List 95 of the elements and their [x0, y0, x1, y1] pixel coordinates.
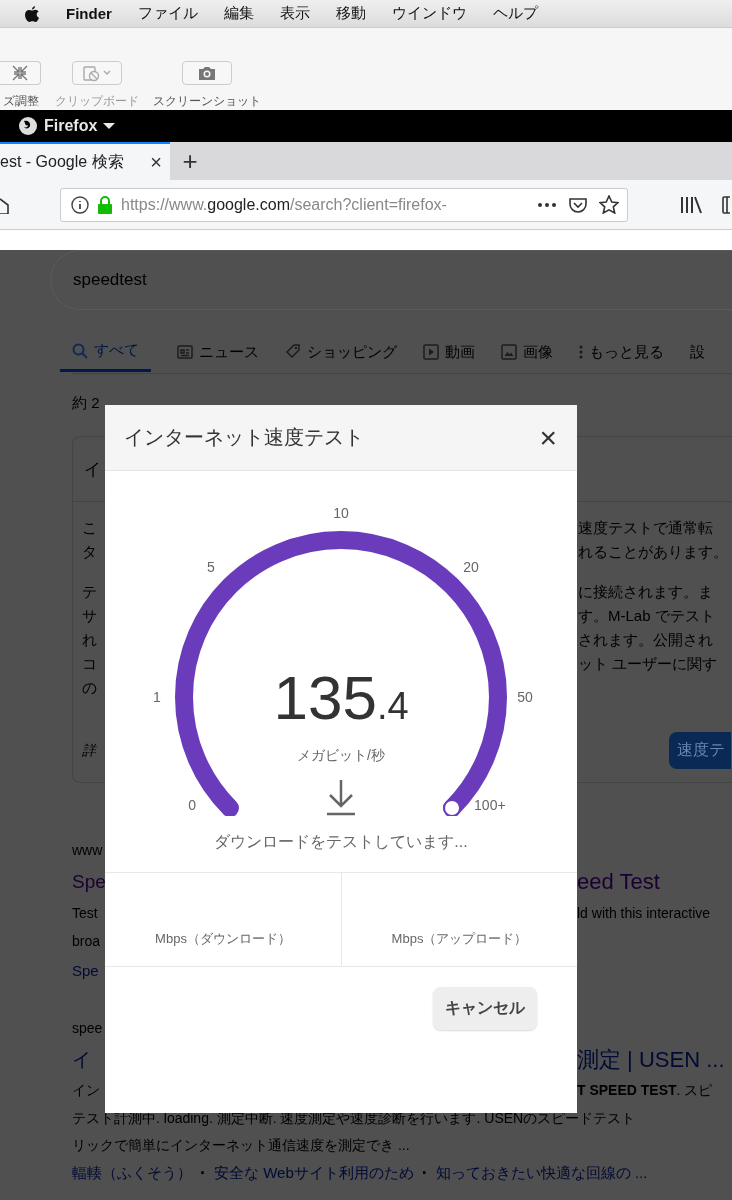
card-text: れることがあります。	[578, 542, 729, 562]
app-menu-title[interactable]: Firefox	[44, 117, 98, 135]
sitelink[interactable]: 安全な Webサイト利用のため	[214, 1164, 414, 1183]
sidebar-icon	[722, 195, 730, 214]
separator-dot: ·	[200, 1163, 206, 1184]
cancel-button[interactable]: キャンセル	[433, 987, 537, 1030]
browser-tab[interactable]: est - Google 検索 ×	[0, 142, 170, 180]
card-text: に接続されます。ま	[578, 582, 714, 602]
star-icon	[599, 195, 619, 214]
toolbar-label: ズ調整	[2, 93, 39, 110]
card-text: の	[81, 678, 98, 698]
sitelink[interactable]: 輻輳（ふくそう）	[72, 1164, 192, 1183]
toolbar-label: クリップボード	[55, 93, 139, 110]
result-snippet: リックで簡単にインターネット通信速度を測定でき ...	[72, 1136, 411, 1155]
more-icon	[579, 344, 583, 360]
download-icon	[325, 778, 357, 816]
camera-icon	[198, 65, 216, 81]
search-icon	[72, 342, 88, 359]
card-text: テ	[81, 582, 98, 602]
search-tab[interactable]: すべて	[60, 332, 151, 372]
pocket-icon	[569, 196, 587, 213]
search-tab[interactable]: ニュース	[177, 332, 259, 372]
info-icon	[71, 195, 89, 214]
result-count: 約 2	[72, 394, 101, 413]
card-text: 速度テストで通常転	[578, 518, 714, 538]
home-icon	[0, 195, 10, 214]
apple-icon	[24, 4, 40, 23]
result-snippet: T SPEED TEST. スピ	[577, 1082, 713, 1100]
play-icon	[423, 344, 439, 360]
search-tab[interactable]: 設	[690, 332, 705, 372]
card-text: サ	[81, 606, 98, 626]
menu-app-name[interactable]: Finder	[66, 5, 112, 22]
caret-icon	[103, 122, 116, 130]
firefox-logo-icon	[18, 116, 38, 136]
toolbar-label: スクリーンショット	[153, 93, 261, 110]
menu-item[interactable]: ウインドウ	[391, 4, 467, 23]
search-tab[interactable]: 動画	[423, 332, 475, 372]
card-text: す。M-Lab でテスト	[578, 606, 716, 626]
result-label: Mbps（アップロード）	[391, 930, 528, 948]
result-title[interactable]: eed Test	[577, 869, 660, 895]
card-text: こ	[81, 518, 98, 538]
search-tab[interactable]: ショッピング	[285, 332, 397, 372]
result-snippet: ld with this interactive	[577, 905, 711, 921]
gauge-tick-label: 50	[517, 689, 533, 705]
library-icon	[680, 195, 702, 214]
result-snippet: イン	[72, 1082, 100, 1100]
close-button[interactable]: ×	[539, 420, 557, 455]
gauge-tick-label: 5	[207, 558, 215, 575]
card-text: タ	[81, 542, 98, 562]
menu-item[interactable]: 編集	[223, 4, 254, 23]
result-url: spee	[72, 1020, 103, 1036]
dialog-title: インターネット速度テスト	[124, 425, 364, 450]
close-tab-button[interactable]: ×	[150, 150, 162, 174]
separator-dot: ·	[421, 1163, 428, 1184]
result-snippet: broa	[72, 933, 101, 949]
menu-item[interactable]: 表示	[279, 4, 310, 23]
news-icon	[177, 345, 193, 359]
card-footnote: 詳	[81, 741, 98, 760]
menu-item[interactable]: ヘルプ	[492, 4, 538, 23]
speed-test-button[interactable]: 速度テ	[669, 732, 731, 769]
result-title[interactable]: 測定 | USEN ...	[577, 1045, 725, 1075]
shrink-icon	[11, 64, 29, 82]
gauge-tick-label: 0	[188, 797, 197, 814]
sitelink[interactable]: 知っておきたい快適な回線の ...	[435, 1164, 648, 1183]
gauge-tick-label: 100+	[474, 797, 506, 814]
clipboard-icon	[82, 64, 112, 82]
result-title[interactable]: Spe	[72, 871, 106, 893]
search-tab[interactable]: もっと見る	[579, 332, 664, 372]
card-text: されます。公開され	[578, 630, 714, 650]
menu-item[interactable]: ファイル	[137, 4, 198, 23]
gauge-tick-label: 20	[463, 558, 479, 575]
new-tab-button[interactable]: +	[170, 142, 210, 180]
result-link[interactable]: Spe	[72, 961, 99, 979]
search-tab[interactable]: 画像	[501, 332, 553, 372]
tag-icon	[285, 344, 301, 360]
toolbar-button[interactable]	[182, 61, 232, 85]
toolbar-button[interactable]	[0, 61, 41, 85]
result-snippet: Test	[72, 905, 98, 921]
menu-item[interactable]: 移動	[335, 4, 366, 23]
speed-value: 135.4	[273, 663, 409, 732]
card-text: れ	[81, 630, 98, 650]
speed-unit: メガビット/秒	[297, 747, 385, 763]
card-title: イ	[83, 458, 102, 481]
card-text: コ	[81, 654, 98, 674]
status-text: ダウンロードをテストしています...	[214, 832, 468, 852]
gauge-tick-label: 10	[333, 505, 349, 521]
card-text: ット ユーザーに関す	[578, 654, 719, 674]
result-title[interactable]: イ	[72, 1047, 91, 1073]
gauge-tick-label: 1	[153, 689, 161, 705]
url-field[interactable]: https://www.google.com/search?client=firefox-	[60, 187, 628, 222]
image-icon	[501, 344, 517, 360]
result-label: Mbps（ダウンロード）	[155, 930, 291, 948]
lock-icon	[97, 195, 113, 214]
more-icon	[537, 201, 557, 208]
result-url: www	[72, 842, 103, 858]
